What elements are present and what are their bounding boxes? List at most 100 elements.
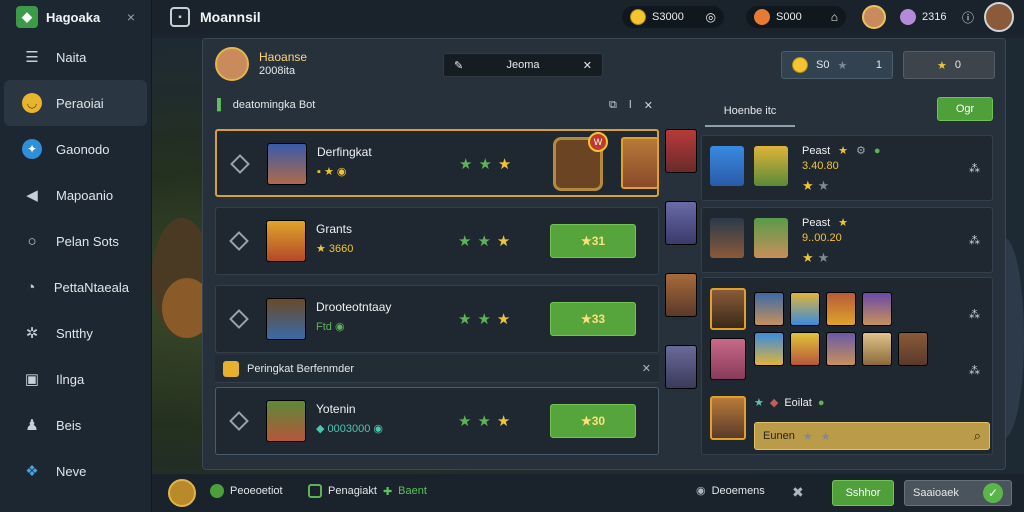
copy-icon[interactable]: ⧉ [609, 99, 617, 112]
star-icon: ★ [820, 430, 831, 443]
hero-portrait[interactable] [754, 332, 784, 366]
logo-icon: ◆ [16, 6, 38, 28]
bottom-bar: Peoeoetiot Penagiakt ✚ Baent ◉ Deoemens … [152, 474, 1024, 512]
next-icon[interactable]: ⁂ [969, 234, 980, 247]
hero-portrait[interactable] [790, 292, 820, 326]
hero-portrait[interactable] [665, 201, 697, 245]
avatar[interactable] [862, 5, 886, 29]
card-value: 9..00.20 [802, 232, 842, 244]
hero-portrait[interactable] [826, 292, 856, 326]
bottom-item[interactable]: Peoeoetiot [210, 484, 283, 498]
tools-icon[interactable]: ✖ [792, 484, 804, 501]
next-icon[interactable]: ⁂ [969, 162, 980, 175]
puzzle-icon: ❖ [25, 463, 39, 480]
boss-portrait[interactable]: W [553, 132, 608, 191]
gem-icon: ◆ [769, 397, 779, 409]
hero-portrait[interactable] [790, 332, 820, 366]
coin-counter: S3000 ◎ [622, 6, 724, 28]
sidebar-item-pettantaeala[interactable]: ◔ PettaNtaeala [0, 264, 151, 310]
sidebar-item-peraoiai[interactable]: ◡ Peraoiai [4, 80, 147, 126]
bolt-icon [223, 360, 239, 377]
player-name: Haoanse [259, 50, 308, 64]
claim-button[interactable]: ★ 33 [550, 302, 636, 336]
confirm-button[interactable]: Sshhor [832, 480, 894, 506]
pearl-value: 2316 [922, 11, 947, 23]
stat-box-2: ★ 0 [903, 51, 995, 79]
flag-icon: ▌ [217, 99, 225, 111]
player-avatar[interactable] [215, 47, 249, 81]
hero-portrait[interactable] [710, 338, 746, 380]
bottom-item[interactable]: Penagiakt ✚ Baent [308, 484, 427, 498]
search-bar[interactable]: ✎ Jeoma ✕ [443, 53, 603, 77]
roster-search-text: Eunen [763, 430, 795, 442]
sidebar-item-naita[interactable]: ☰ Naita [0, 34, 151, 80]
people-icon: ♟ [25, 417, 39, 434]
hero-portrait[interactable] [710, 396, 746, 440]
close-icon[interactable]: ✕ [644, 99, 653, 112]
page-title: Moannsil [200, 9, 261, 25]
secondary-button[interactable]: Saaioaek ✓ [904, 480, 1012, 506]
sidebar-item-beis[interactable]: ♟ Beis [0, 402, 151, 448]
team-card[interactable]: Peast ★ ⚙ ● 3.40.80 ★★ ⁂ [701, 135, 993, 201]
hero-portrait [754, 146, 788, 186]
close-icon[interactable]: ✕ [583, 59, 592, 72]
main-panel: Haoanse 2008ita ✎ Jeoma ✕ S0 ★ 1 ★ 0 ▌ d… [202, 38, 1006, 470]
diamond-icon [229, 411, 249, 431]
hero-portrait[interactable] [665, 129, 697, 173]
pin-icon[interactable]: ǀ [629, 99, 632, 112]
dot-icon [210, 484, 224, 498]
search-title: Jeoma [506, 59, 540, 71]
bottom-item[interactable]: ◉ Deoemens [696, 484, 765, 498]
gear-icon: ✲ [25, 325, 39, 342]
add-coin-icon[interactable]: ◎ [706, 10, 716, 24]
hero-portrait [621, 137, 659, 189]
section-tools: ⧉ ǀ ✕ [609, 99, 653, 112]
sidebar-item-mapoanio[interactable]: ◀ Mapoanio [0, 172, 151, 218]
profile-avatar[interactable] [984, 2, 1014, 32]
info-icon[interactable]: ⓘ [962, 9, 974, 26]
roster-search[interactable]: Eunen ★ ★ ⌕ [754, 422, 990, 450]
next-icon[interactable]: ⁂ [969, 308, 980, 321]
hero-portrait[interactable] [862, 292, 892, 326]
hero-portrait[interactable] [898, 332, 928, 366]
hero-portrait[interactable] [710, 288, 746, 330]
stat-num: 1 [875, 59, 882, 71]
rating-stars: ★★ [802, 250, 834, 265]
sidebar-item-ilnga[interactable]: ▣ Ilnga [0, 356, 151, 402]
list-item[interactable]: Yotenin ◆ 0003000 ◉ ★★★ ★ 30 [215, 387, 659, 455]
tab-hoenbe[interactable]: Hoenbe itc [705, 97, 795, 127]
sidebar-item-sntthy[interactable]: ✲ Sntthy [0, 310, 151, 356]
next-icon[interactable]: ⁂ [969, 364, 980, 377]
sidebar-item-label: Gaonodo [56, 141, 110, 157]
list-item[interactable]: Derfingkat ▪ ★ ◉ ★★★ W [215, 129, 659, 197]
sidebar-item-label: Mapoanio [56, 187, 114, 203]
star-icon: ★ [802, 430, 813, 443]
hero-portrait[interactable] [754, 292, 784, 326]
list-item[interactable]: Grants ★ 3660 ★★★ ★ 31 [215, 207, 659, 275]
ok-button[interactable]: Ogr [937, 97, 993, 121]
hero-portrait[interactable] [665, 345, 697, 389]
sidebar-item-neve[interactable]: ❖ Neve [0, 448, 151, 494]
sidebar: ◆ Hagoaka × ☰ Naita ◡ Peraoiai ✦ Gaonodo… [0, 0, 152, 512]
list-item[interactable]: Drooteotntaay Ftd ◉ ★★★ ★ 33 [215, 285, 659, 353]
hero-portrait[interactable] [862, 332, 892, 366]
team-card[interactable]: Peast ★ 9..00.20 ★★ ⁂ [701, 207, 993, 273]
lock-icon[interactable]: ⌂ [831, 10, 838, 24]
section-title-text: deatomingka Bot [232, 99, 316, 111]
sidebar-item-pelan-sots[interactable]: ○ Pelan Sots [0, 218, 151, 264]
hero-portrait[interactable] [665, 273, 697, 317]
sidebar-item-label: Ilnga [56, 371, 85, 387]
sword-icon[interactable] [168, 479, 196, 507]
hero-portrait[interactable] [826, 332, 856, 366]
close-icon[interactable]: × [127, 9, 135, 25]
sidebar-item-label: Sntthy [56, 325, 93, 341]
card-value: 3.40.80 [802, 160, 839, 172]
gem-counter: S000 ⌂ [746, 6, 846, 28]
sidebar-item-gaonodo[interactable]: ✦ Gaonodo [0, 126, 151, 172]
claim-button[interactable]: ★ 31 [550, 224, 636, 258]
close-icon[interactable]: ✕ [642, 362, 651, 375]
claim-button[interactable]: ★ 30 [550, 404, 636, 438]
rating-stars: ★★★ [459, 156, 518, 173]
brand-name: Hagoaka [46, 9, 101, 25]
search-icon[interactable]: ⌕ [974, 428, 981, 444]
